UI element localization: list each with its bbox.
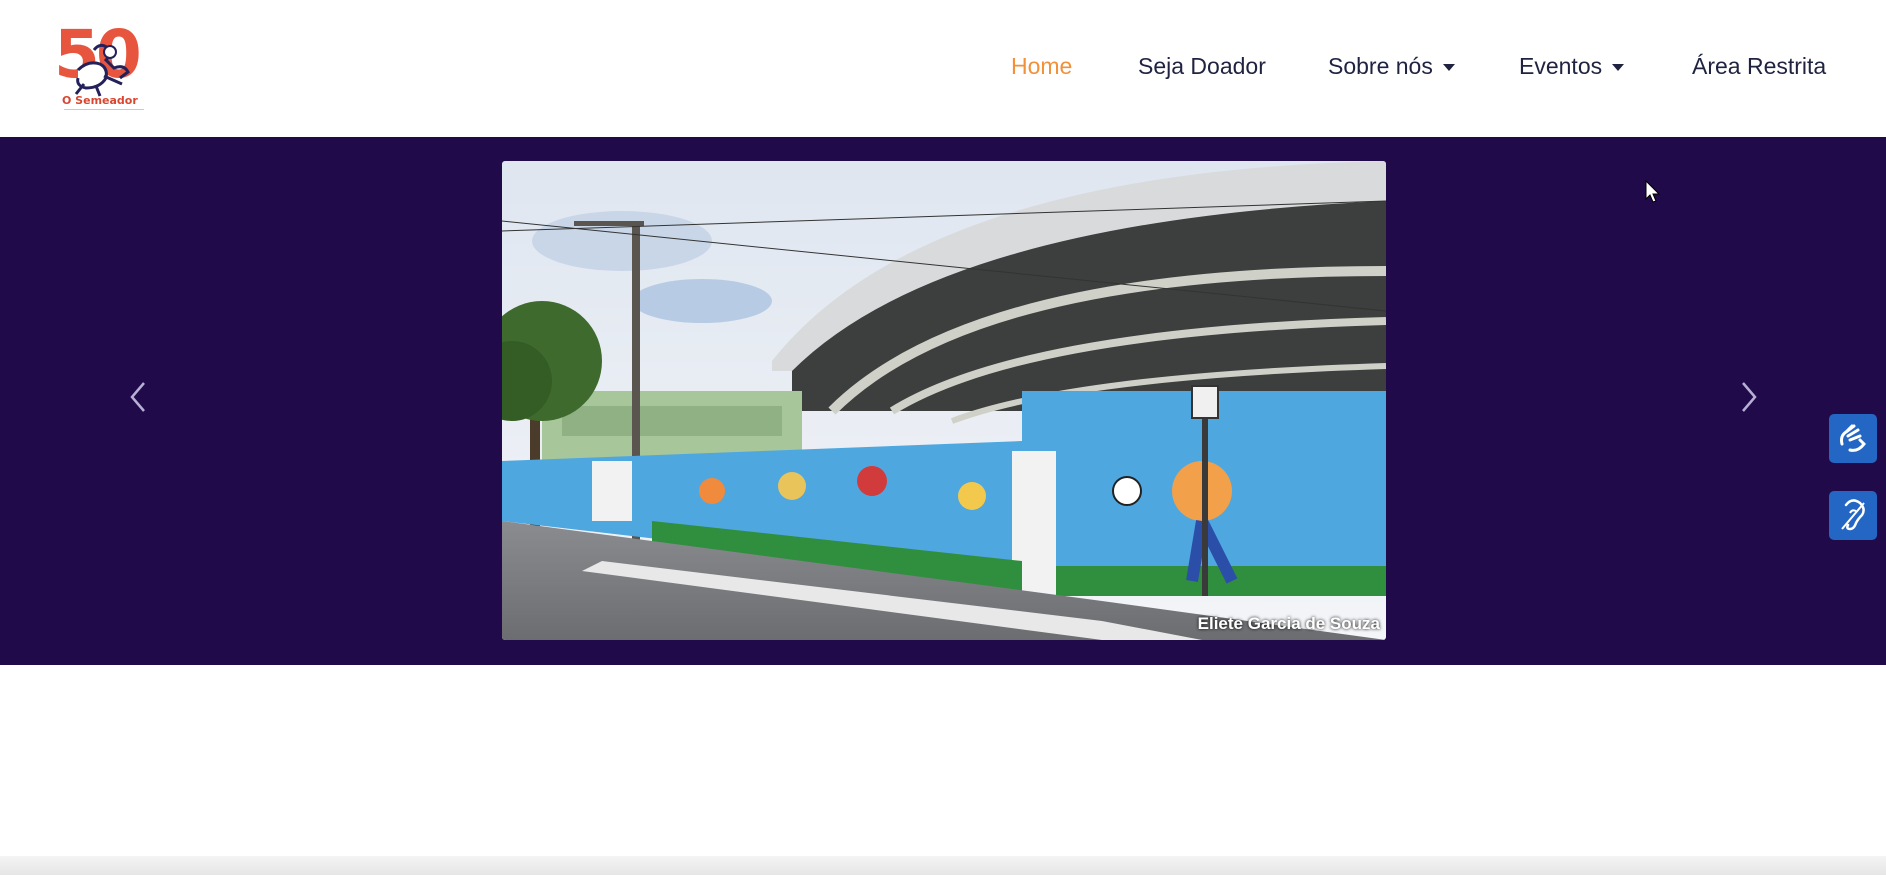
- nav-sobre-nos[interactable]: Sobre nós: [1328, 48, 1455, 84]
- nav-seja-doador-label: Seja Doador: [1138, 52, 1266, 79]
- nav-home[interactable]: Home: [1011, 48, 1072, 84]
- chevron-left-icon: [130, 382, 145, 412]
- nav-eventos-label: Eventos: [1519, 52, 1603, 79]
- nav-home-label: Home: [1011, 52, 1073, 79]
- nav-eventos[interactable]: Eventos: [1519, 48, 1625, 84]
- site-header: 50 O Semeador Home Seja Doador Sobre nós…: [0, 0, 1886, 137]
- chevron-right-icon: [1742, 382, 1757, 412]
- bottom-scroll-edge: [0, 856, 1886, 875]
- site-logo[interactable]: 50 O Semeador: [50, 22, 160, 114]
- nav-sobre-nos-label: Sobre nós: [1328, 52, 1433, 79]
- carousel-prev-button[interactable]: [124, 377, 154, 417]
- hearing-assist-icon: [1841, 498, 1865, 530]
- hearing-assist-button[interactable]: [1829, 491, 1877, 540]
- slide-caption: Eliete Garcia de Souza: [1197, 614, 1380, 633]
- carousel-slide-image: Eliete Garcia de Souza: [502, 161, 1386, 640]
- sign-language-hands-icon: [1840, 424, 1866, 452]
- nav-area-restrita-label: Área Restrita: [1692, 52, 1827, 79]
- chevron-down-icon: [1442, 63, 1455, 71]
- sower-figure-icon: [74, 43, 130, 97]
- carousel-next-button[interactable]: [1733, 377, 1763, 417]
- logo-name: O Semeador: [62, 94, 138, 107]
- logo-underline: [64, 109, 144, 110]
- sign-language-button[interactable]: [1829, 414, 1877, 463]
- nav-area-restrita[interactable]: Área Restrita: [1692, 48, 1826, 84]
- chevron-down-icon: [1612, 63, 1625, 71]
- school-mural-photo: [502, 161, 1386, 640]
- mouse-pointer-icon: [1645, 180, 1661, 203]
- nav-seja-doador[interactable]: Seja Doador: [1138, 48, 1266, 84]
- content-area: [0, 665, 1886, 875]
- hero-carousel: Eliete Garcia de Souza: [0, 137, 1886, 665]
